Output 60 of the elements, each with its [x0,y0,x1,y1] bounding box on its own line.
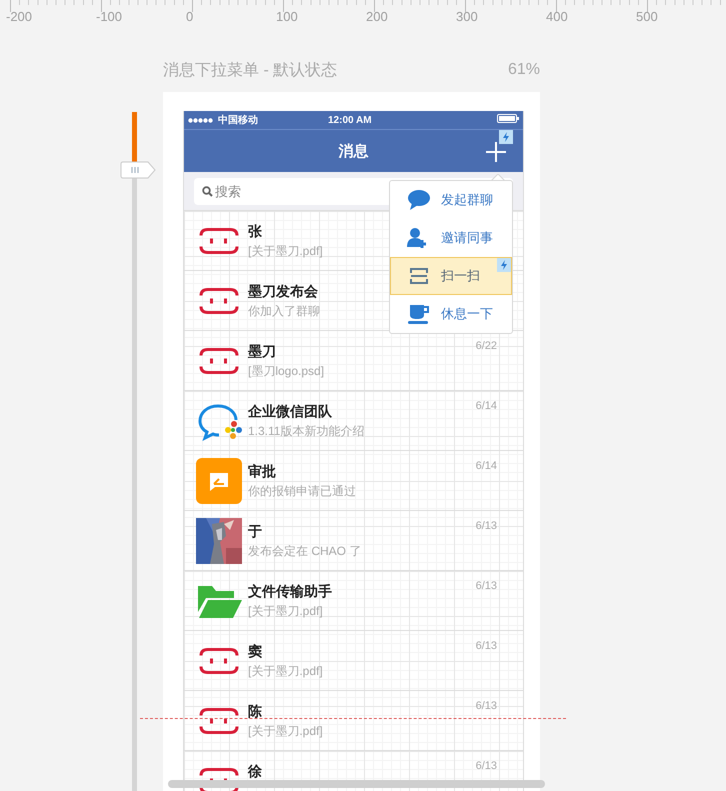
add-button[interactable] [485,141,507,163]
status-time: 12:00 AM [328,114,373,126]
slider-handle[interactable] [120,160,156,179]
contact-name: 审批 [248,463,276,481]
ruler-label: 300 [456,9,478,24]
message-preview: 发布会定在 CHAO 了 [248,543,362,560]
battery-icon [497,114,519,123]
contact-name: 徐 [248,763,262,781]
chat-bubble-icon [407,189,431,211]
ruler-label: 0 [186,9,194,24]
page-title: 消息下拉菜单 - 默认状态 [163,60,338,80]
ruler-label: 200 [366,9,388,24]
contact-name: 陈 [248,703,262,721]
menu-item[interactable]: 邀请同事 [390,219,512,257]
contact-name: 张 [248,223,262,241]
contact-name: 文件传输助手 [248,583,332,601]
approval-icon [196,458,242,504]
conversation-row[interactable]: 窦 [关于墨刀.pdf] 6/13 [184,631,523,691]
conversation-row[interactable]: 陈 [关于墨刀.pdf] 6/13 [184,691,523,751]
ruler-label: -200 [6,9,32,24]
message-preview: [关于墨刀.pdf] [248,663,323,680]
message-preview: [关于墨刀.pdf] [248,243,323,260]
message-time: 6/13 [476,580,497,592]
zoom-slider[interactable] [120,112,156,791]
conversation-row[interactable]: 审批 你的报销申请已通过 6/14 [184,451,523,511]
message-time: 6/13 [476,520,497,532]
menu-item[interactable]: 扫一扫 [390,257,512,295]
ruler-label: 100 [276,9,298,24]
carrier-name: 中国移动 [218,114,258,127]
conversation-row[interactable]: 文件传输助手 [关于墨刀.pdf] 6/13 [184,571,523,631]
message-time: 6/14 [476,400,497,412]
message-time: 6/13 [476,760,497,772]
message-preview: 你加入了群聊 [248,303,320,320]
message-preview: [关于墨刀.pdf] [248,723,323,740]
message-preview: 1.3.11版本新功能介绍 [248,423,364,440]
message-preview: 你的报销申请已通过 [248,483,356,500]
contact-name: 窦 [248,643,262,661]
ruler-label: 400 [546,9,568,24]
scrollbar[interactable] [168,780,545,788]
contact-name: 于 [248,523,262,541]
menu-item[interactable]: 休息一下 [390,295,512,333]
message-time: 6/14 [476,460,497,472]
signal-icon [188,118,214,122]
message-time: 6/13 [476,640,497,652]
contact-name: 墨刀发布会 [248,283,318,301]
contact-name: 企业微信团队 [248,403,332,421]
message-time: 6/22 [476,340,497,352]
search-icon [202,186,213,197]
scan-icon [407,265,431,287]
message-time: 6/13 [476,700,497,712]
cup-icon [407,303,431,325]
conversation-row[interactable]: 于 发布会定在 CHAO 了 6/13 [184,511,523,571]
zoom-level: 61% [508,61,540,79]
conversation-row[interactable]: 企业微信团队 1.3.11版本新功能介绍 6/14 [184,391,523,451]
message-preview: [关于墨刀.pdf] [248,603,323,620]
message-preview: [墨刀logo.psd] [248,363,324,380]
ruler-label: 500 [636,9,658,24]
nav-title: 消息 [338,142,368,160]
contact-name: 墨刀 [248,343,276,361]
ruler-label: -100 [96,9,122,24]
